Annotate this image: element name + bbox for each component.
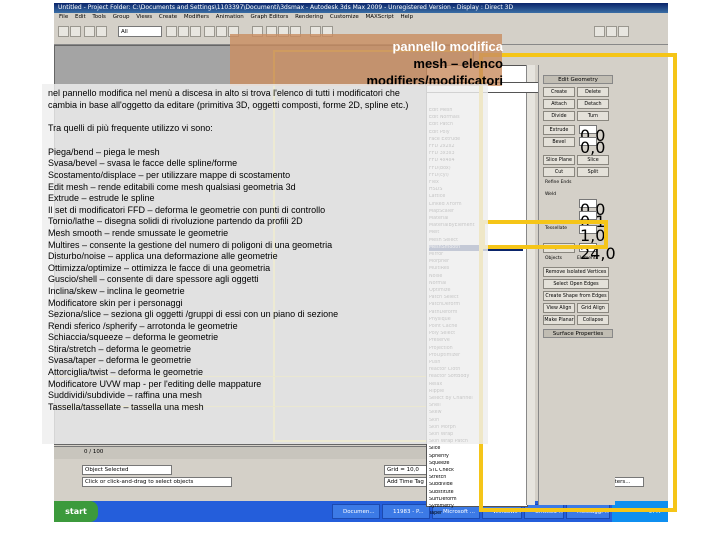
list-heading: Tra quelli di più frequente utilizzo vi … [48, 123, 213, 134]
move-icon[interactable] [204, 26, 215, 37]
selection-filter-select[interactable]: All [118, 26, 162, 37]
prompt-line: Click or click-and-drag to select object… [82, 477, 232, 487]
list-item: Ottimizza/optimize – ottimizza le facce … [48, 262, 271, 273]
modifier-bullet-list: Piega/bend – piega le mesh Svasa/bevel – … [48, 147, 488, 414]
menu-graph-editors[interactable]: Graph Editors [251, 14, 289, 20]
undo-icon[interactable] [58, 26, 69, 37]
quick-render-icon[interactable] [618, 26, 629, 37]
intro-text: cambia in base all'oggetto da editare (p… [48, 99, 409, 110]
annotation-line: pannello modifica [392, 39, 503, 54]
list-item: Guscio/shell – consente di dare spessore… [48, 274, 259, 285]
render-setup-icon[interactable] [594, 26, 605, 37]
annotation-text: pannello modifica mesh – elenco modifier… [318, 38, 503, 89]
window-title: Untitled - Project Folder: C:\Documents … [54, 3, 668, 13]
list-item: Extrude – estrude le spline [48, 193, 155, 204]
menu-bar: File Edit Tools Group Views Create Modif… [54, 13, 668, 22]
list-item: Attorciglia/twist – deforma le geometrie [48, 367, 204, 378]
list-item: Mesh smooth – rende smussate le geometri… [48, 227, 229, 238]
list-item: Seziona/slice – seziona gli oggetti /gru… [48, 309, 339, 320]
highlight-frame-panel [479, 53, 677, 512]
grid-status: Grid = 10,0 [384, 465, 430, 475]
selection-status: Object Selected [82, 465, 172, 475]
intro-text: nel pannello modifica nel menù a discesa… [48, 88, 400, 98]
menu-file[interactable]: File [59, 14, 68, 20]
list-item: Scostamento/displace – per utilizzare ma… [48, 169, 291, 180]
list-item: Modificatore UVW map - per l'editing del… [48, 378, 262, 389]
add-time-tag-button[interactable]: Add Time Tag [384, 477, 430, 487]
menu-rendering[interactable]: Rendering [295, 14, 323, 20]
list-item: Tornio/lathe – disegna solidi di rivoluz… [48, 216, 303, 227]
list-item: Disturbo/noise – applica una deformazion… [48, 251, 278, 262]
list-item: Il set di modificatori FFD – deforma le … [48, 204, 326, 215]
menu-modifiers[interactable]: Modifiers [184, 14, 209, 20]
list-item: Rendi sferico /spherify – arrotonda le g… [48, 320, 238, 331]
list-item: Svasa/taper – deforma le geometrie [48, 355, 192, 366]
unlink-icon[interactable] [96, 26, 107, 37]
time-slider[interactable]: 0 / 100 [54, 446, 484, 459]
menu-help[interactable]: Help [401, 14, 414, 20]
start-button[interactable]: start [54, 501, 98, 522]
list-item: Modificatore skin per i personaggi [48, 297, 183, 308]
list-item: Multires – consente la gestione del nume… [48, 239, 333, 250]
frame-counter: 0 / 100 [84, 449, 104, 455]
render-icon[interactable] [606, 26, 617, 37]
list-item: Tassella/tassellate – tassella una mesh [48, 401, 204, 412]
menu-edit[interactable]: Edit [75, 14, 86, 20]
link-icon[interactable] [84, 26, 95, 37]
select-by-name-icon[interactable] [178, 26, 189, 37]
menu-group[interactable]: Group [113, 14, 130, 20]
list-item: Stira/stretch – deforma le geometrie [48, 343, 192, 354]
menu-customize[interactable]: Customize [330, 14, 359, 20]
region-select-icon[interactable] [190, 26, 201, 37]
modifier-description-text: nel pannello modifica nel menù a discesa… [48, 88, 488, 413]
annotation-line: mesh – elenco [413, 56, 503, 71]
rotate-icon[interactable] [216, 26, 227, 37]
modifier-list-item[interactable]: Taper [429, 511, 523, 517]
list-item: Piega/bend – piega le mesh [48, 146, 160, 157]
list-item: Schiaccia/squeeze – deforma le geometrie [48, 332, 219, 343]
menu-views[interactable]: Views [136, 14, 152, 20]
taskbar-item[interactable]: Documen... [332, 504, 380, 519]
list-item: Svasa/bevel – svasa le facce delle splin… [48, 158, 238, 169]
menu-maxscript[interactable]: MAXScript [366, 14, 394, 20]
list-item: Edit mesh – rende editabili come mesh qu… [48, 181, 296, 192]
taskbar-item[interactable]: 11983 - P... [382, 504, 430, 519]
menu-tools[interactable]: Tools [92, 14, 106, 20]
list-item: Suddividi/subdivide – raffina una mesh [48, 390, 202, 401]
select-icon[interactable] [166, 26, 177, 37]
list-item: Inclina/skew – inclina le geometrie [48, 285, 185, 296]
highlight-frame-selection [481, 220, 608, 249]
redo-icon[interactable] [70, 26, 81, 37]
menu-create[interactable]: Create [159, 14, 177, 20]
menu-animation[interactable]: Animation [216, 14, 244, 20]
